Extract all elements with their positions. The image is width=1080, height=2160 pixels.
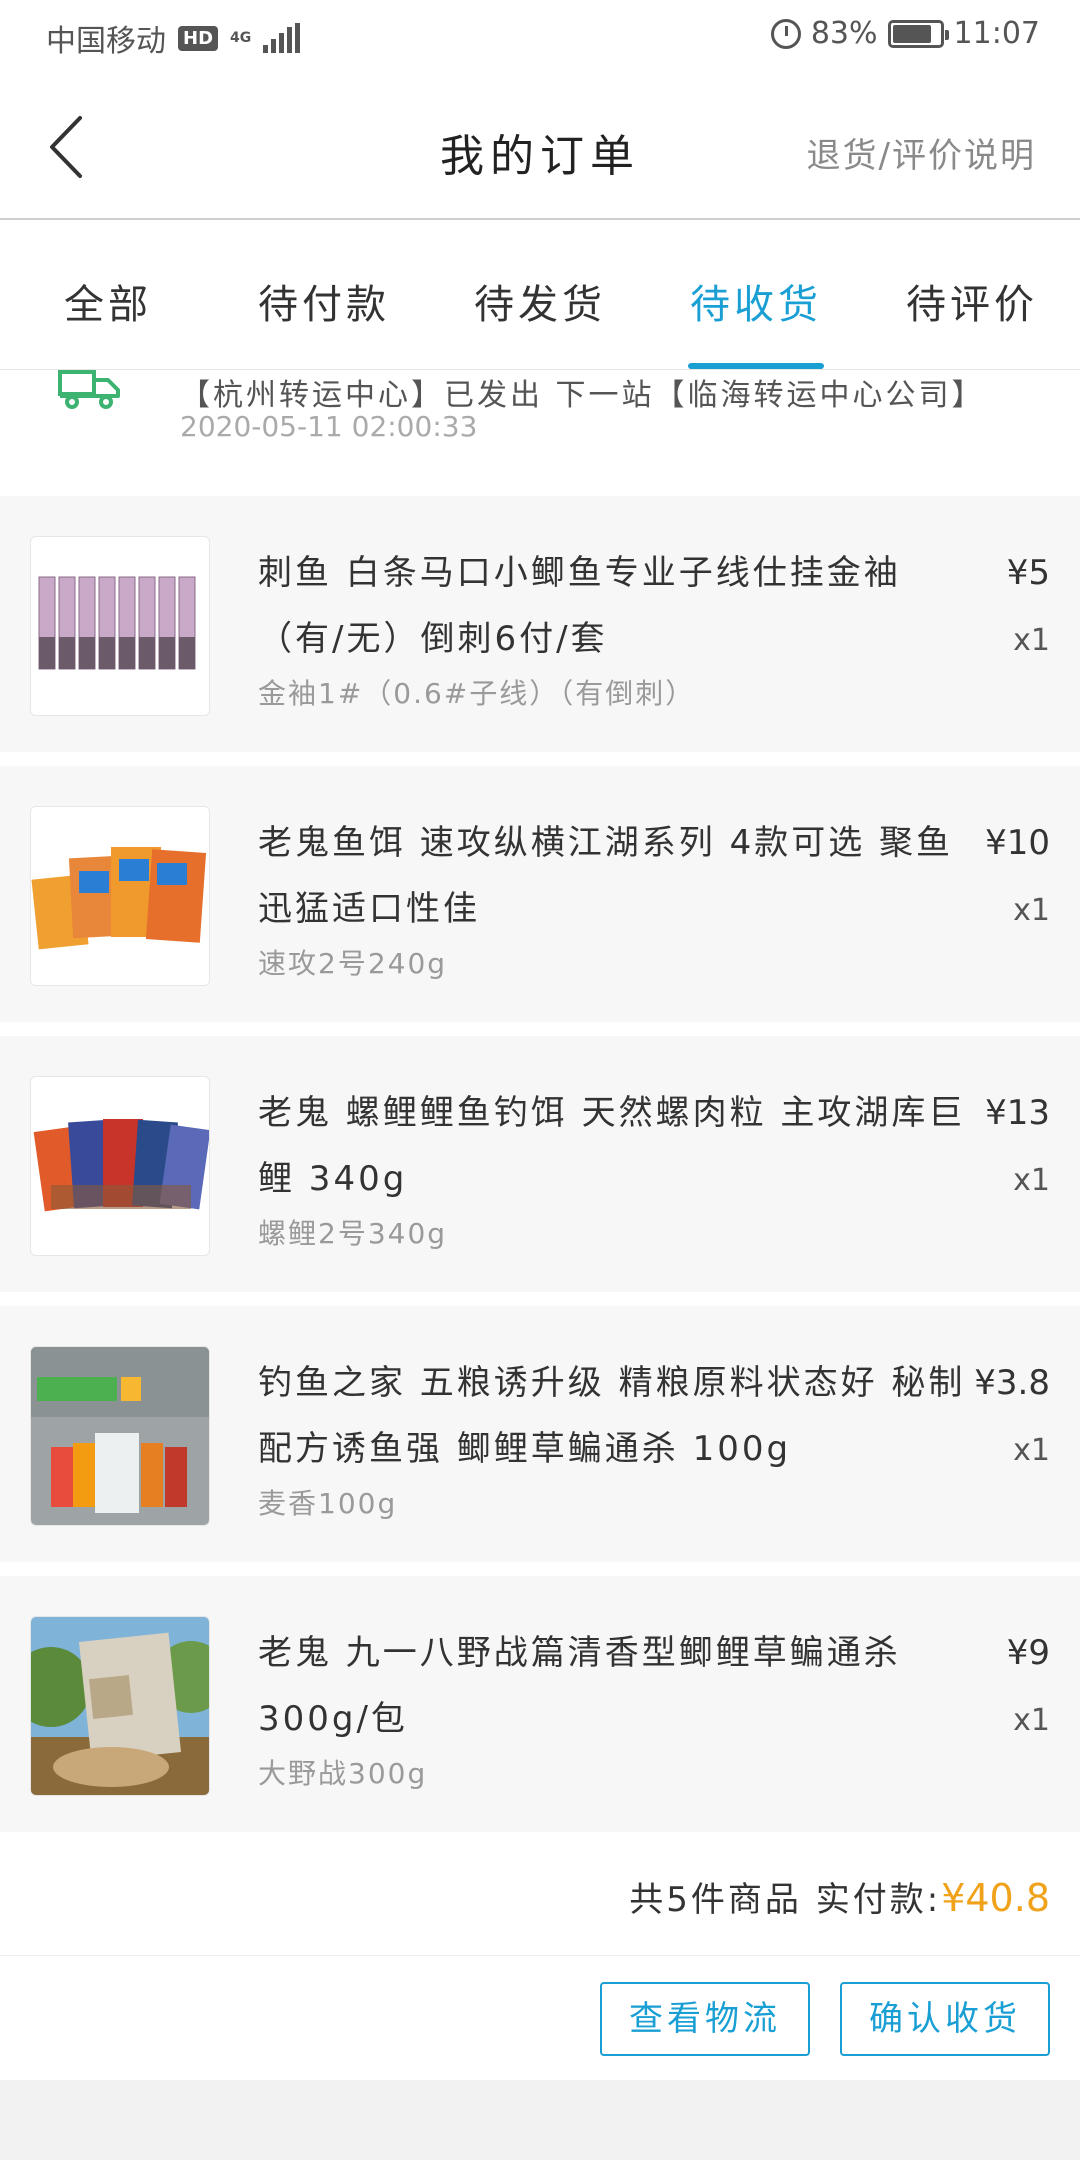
view-logistics-button[interactable]: 查看物流	[600, 1982, 810, 2056]
total-amount: ¥40.8	[941, 1876, 1050, 1920]
order-tabs: 全部 待付款 待发货 待收货 待评价	[0, 222, 1080, 370]
tab-pending-shipment[interactable]: 待发货	[432, 222, 648, 369]
active-tab-indicator	[688, 363, 824, 369]
clock: 11:07	[953, 16, 1040, 51]
tab-label: 待评价	[906, 282, 1038, 328]
product-item[interactable]: 钓鱼之家 五粮诱升级 精粮原料状态好 秘制配方诱鱼强 鲫鲤草鳊通杀 100g 麦…	[0, 1306, 1080, 1562]
logistics-status[interactable]: 【杭州转运中心】已发出 下一站【临海转运中心公司】 2020-05-11 02:…	[0, 370, 1080, 496]
summary-text: 共5件商品 实付款:¥40.8	[629, 1872, 1050, 1921]
product-item[interactable]: 老鬼 螺鲤鲤鱼钓饵 天然螺肉粒 主攻湖库巨鲤 340g 螺鲤2号340g ¥13…	[0, 1036, 1080, 1292]
battery-percent: 83%	[810, 16, 878, 51]
product-title: 老鬼鱼饵 速攻纵横江湖系列 4款可选 聚鱼迅猛适口性佳	[258, 823, 954, 929]
product-item[interactable]: 老鬼 九一八野战篇清香型鲫鲤草鳊通杀 300g/包 大野战300g ¥9 x1	[0, 1576, 1080, 1832]
product-price: ¥10	[985, 823, 1050, 863]
network-label: 4G	[230, 30, 252, 46]
carrier-label: 中国移动	[46, 24, 166, 59]
tab-pending-payment[interactable]: 待付款	[216, 222, 432, 369]
product-quantity: x1	[1013, 1433, 1050, 1468]
product-title: 老鬼 螺鲤鲤鱼钓饵 天然螺肉粒 主攻湖库巨鲤 340g	[258, 1093, 966, 1199]
return-review-help-link[interactable]: 退货/评价说明	[807, 128, 1036, 177]
tab-label: 待发货	[474, 282, 606, 328]
item-count: 共5件商品	[629, 1880, 802, 1920]
product-item[interactable]: 刺鱼 白条马口小鲫鱼专业子线仕挂金袖（有/无）倒刺6付/套 金袖1#（0.6#子…	[0, 496, 1080, 752]
truck-icon	[58, 370, 120, 409]
tab-all[interactable]: 全部	[0, 222, 216, 369]
product-list: 刺鱼 白条马口小鲫鱼专业子线仕挂金袖（有/无）倒刺6付/套 金袖1#（0.6#子…	[0, 496, 1080, 1832]
product-price: ¥5	[1006, 553, 1050, 593]
alarm-icon	[770, 18, 801, 49]
product-title: 刺鱼 白条马口小鲫鱼专业子线仕挂金袖（有/无）倒刺6付/套	[258, 553, 901, 659]
order-actions: 查看物流 确认收货	[0, 1956, 1080, 2080]
status-bar: 中国移动 HD 4G 83% 11:07	[0, 0, 1080, 72]
confirm-receipt-button[interactable]: 确认收货	[840, 1982, 1050, 2056]
product-title: 老鬼 九一八野战篇清香型鲫鲤草鳊通杀 300g/包	[258, 1633, 901, 1739]
tab-label: 待付款	[258, 282, 390, 328]
product-thumbnail	[30, 1076, 210, 1256]
product-spec: 螺鲤2号340g	[258, 1217, 448, 1250]
status-left: 中国移动 HD 4G	[46, 16, 301, 60]
product-price: ¥9	[1006, 1633, 1050, 1673]
product-thumbnail	[30, 536, 210, 716]
product-quantity: x1	[1013, 1163, 1050, 1198]
product-quantity: x1	[1013, 623, 1050, 658]
title-bar: 我的订单 退货/评价说明	[0, 72, 1080, 220]
tab-label: 待收货	[690, 282, 822, 328]
tab-pending-review[interactable]: 待评价	[864, 222, 1080, 369]
product-item[interactable]: 老鬼鱼饵 速攻纵横江湖系列 4款可选 聚鱼迅猛适口性佳 速攻2号240g ¥10…	[0, 766, 1080, 1022]
signal-icon	[263, 23, 301, 53]
product-spec: 麦香100g	[258, 1487, 398, 1520]
product-price: ¥3.8	[974, 1363, 1050, 1403]
logistics-text: 【杭州转运中心】已发出 下一站【临海转运中心公司】	[180, 378, 985, 413]
product-spec: 大野战300g	[258, 1757, 428, 1790]
product-quantity: x1	[1013, 893, 1050, 928]
battery-icon	[887, 19, 949, 48]
product-spec: 速攻2号240g	[258, 947, 448, 980]
product-thumbnail	[30, 806, 210, 986]
next-order-area	[0, 2080, 1080, 2160]
product-thumbnail	[30, 1616, 210, 1796]
paid-label: 实付款:	[815, 1880, 942, 1920]
logistics-time: 2020-05-11 02:00:33	[180, 410, 478, 443]
product-spec: 金袖1#（0.6#子线）（有倒刺）	[258, 677, 696, 710]
hd-badge: HD	[178, 25, 219, 51]
product-quantity: x1	[1013, 1703, 1050, 1738]
product-thumbnail	[30, 1346, 210, 1526]
tab-pending-receipt[interactable]: 待收货	[648, 222, 864, 369]
tab-label: 全部	[64, 282, 152, 328]
product-title: 钓鱼之家 五粮诱升级 精粮原料状态好 秘制配方诱鱼强 鲫鲤草鳊通杀 100g	[258, 1363, 966, 1469]
order-summary: 共5件商品 实付款:¥40.8	[0, 1838, 1080, 1956]
status-right: 83% 11:07	[770, 16, 1040, 51]
product-price: ¥13	[985, 1093, 1050, 1133]
